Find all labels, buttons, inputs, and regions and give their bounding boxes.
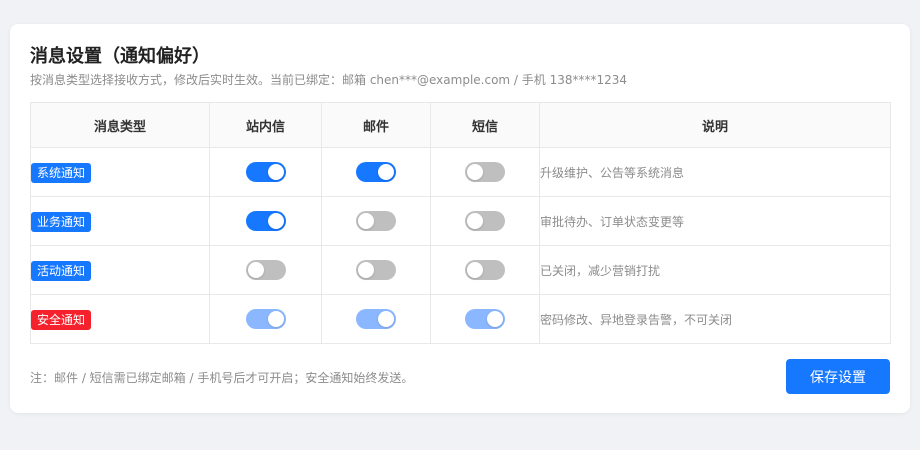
sms-cell [430, 196, 540, 246]
sms-toggle [465, 309, 505, 330]
email-toggle[interactable] [356, 260, 396, 281]
header-site-message: 站内信 [209, 102, 322, 148]
sms-toggle[interactable] [465, 260, 505, 281]
message-type-tag: 安全通知 [31, 309, 92, 330]
page-subtitle: 按消息类型选择接收方式，修改后实时生效。当前已绑定：邮箱 chen***@exa… [30, 73, 628, 87]
site-message-toggle [245, 309, 286, 330]
email-cell [321, 196, 431, 246]
sms-cell [430, 245, 540, 295]
table-row: 系统通知 升级维护、公告等系统消息 [30, 147, 891, 197]
toggle-knob [267, 213, 284, 230]
toggle-knob [378, 311, 394, 328]
site-message-cell [209, 294, 322, 344]
save-settings-button[interactable]: 保存设置 [786, 359, 890, 394]
toggle-knob [267, 311, 284, 328]
footer-note: 注：邮件 / 短信需已绑定邮箱 / 手机号后才可开启；安全通知始终发送。 [30, 371, 414, 385]
toggle-knob [487, 311, 503, 328]
toggle-knob [247, 262, 264, 279]
header-description: 说明 [539, 102, 891, 148]
sms-cell [430, 147, 540, 197]
message-type-cell: 系统通知 [30, 147, 210, 197]
toggle-knob [378, 164, 394, 181]
toggle-knob [358, 262, 374, 279]
header-email: 邮件 [321, 102, 431, 148]
page-title: 消息设置（通知偏好） [30, 46, 210, 67]
table-row: 安全通知 密码修改、异地登录告警，不可关闭 [30, 294, 891, 344]
toggle-knob [467, 164, 483, 181]
message-type-tag: 系统通知 [31, 162, 92, 183]
email-toggle [356, 309, 396, 330]
site-message-toggle[interactable] [245, 260, 286, 281]
header-sms: 短信 [430, 102, 540, 148]
site-message-cell [209, 147, 322, 197]
email-cell [321, 147, 431, 197]
header-message-type: 消息类型 [30, 102, 210, 148]
email-cell [321, 294, 431, 344]
description-cell: 已关闭，减少营销打扰 [539, 245, 891, 295]
site-message-cell [209, 245, 322, 295]
table-row: 业务通知 审批待办、订单状态变更等 [30, 196, 891, 246]
message-type-cell: 活动通知 [30, 245, 210, 295]
sms-toggle[interactable] [465, 211, 505, 232]
table-header-row: 消息类型 站内信 邮件 短信 说明 [30, 102, 891, 148]
toggle-knob [267, 164, 284, 181]
email-toggle[interactable] [356, 211, 396, 232]
description-cell: 审批待办、订单状态变更等 [539, 196, 891, 246]
toggle-knob [358, 213, 374, 230]
settings-card: 消息设置（通知偏好） 按消息类型选择接收方式，修改后实时生效。当前已绑定：邮箱 … [10, 24, 910, 413]
description-cell: 升级维护、公告等系统消息 [539, 147, 891, 197]
sms-cell [430, 294, 540, 344]
message-type-cell: 业务通知 [30, 196, 210, 246]
site-message-toggle[interactable] [245, 211, 286, 232]
email-cell [321, 245, 431, 295]
email-toggle[interactable] [356, 162, 396, 183]
notification-preferences-table: 消息类型 站内信 邮件 短信 说明 系统通知 升级维护、公告等系统消息业务通知 审批… [30, 102, 891, 344]
message-type-tag: 业务通知 [31, 211, 92, 232]
sms-toggle[interactable] [465, 162, 505, 183]
site-message-cell [209, 196, 322, 246]
toggle-knob [467, 262, 483, 279]
toggle-knob [467, 213, 483, 230]
table-row: 活动通知 已关闭，减少营销打扰 [30, 245, 891, 295]
message-type-tag: 活动通知 [31, 260, 92, 281]
description-cell: 密码修改、异地登录告警，不可关闭 [539, 294, 891, 344]
site-message-toggle[interactable] [245, 162, 286, 183]
message-type-cell: 安全通知 [30, 294, 210, 344]
